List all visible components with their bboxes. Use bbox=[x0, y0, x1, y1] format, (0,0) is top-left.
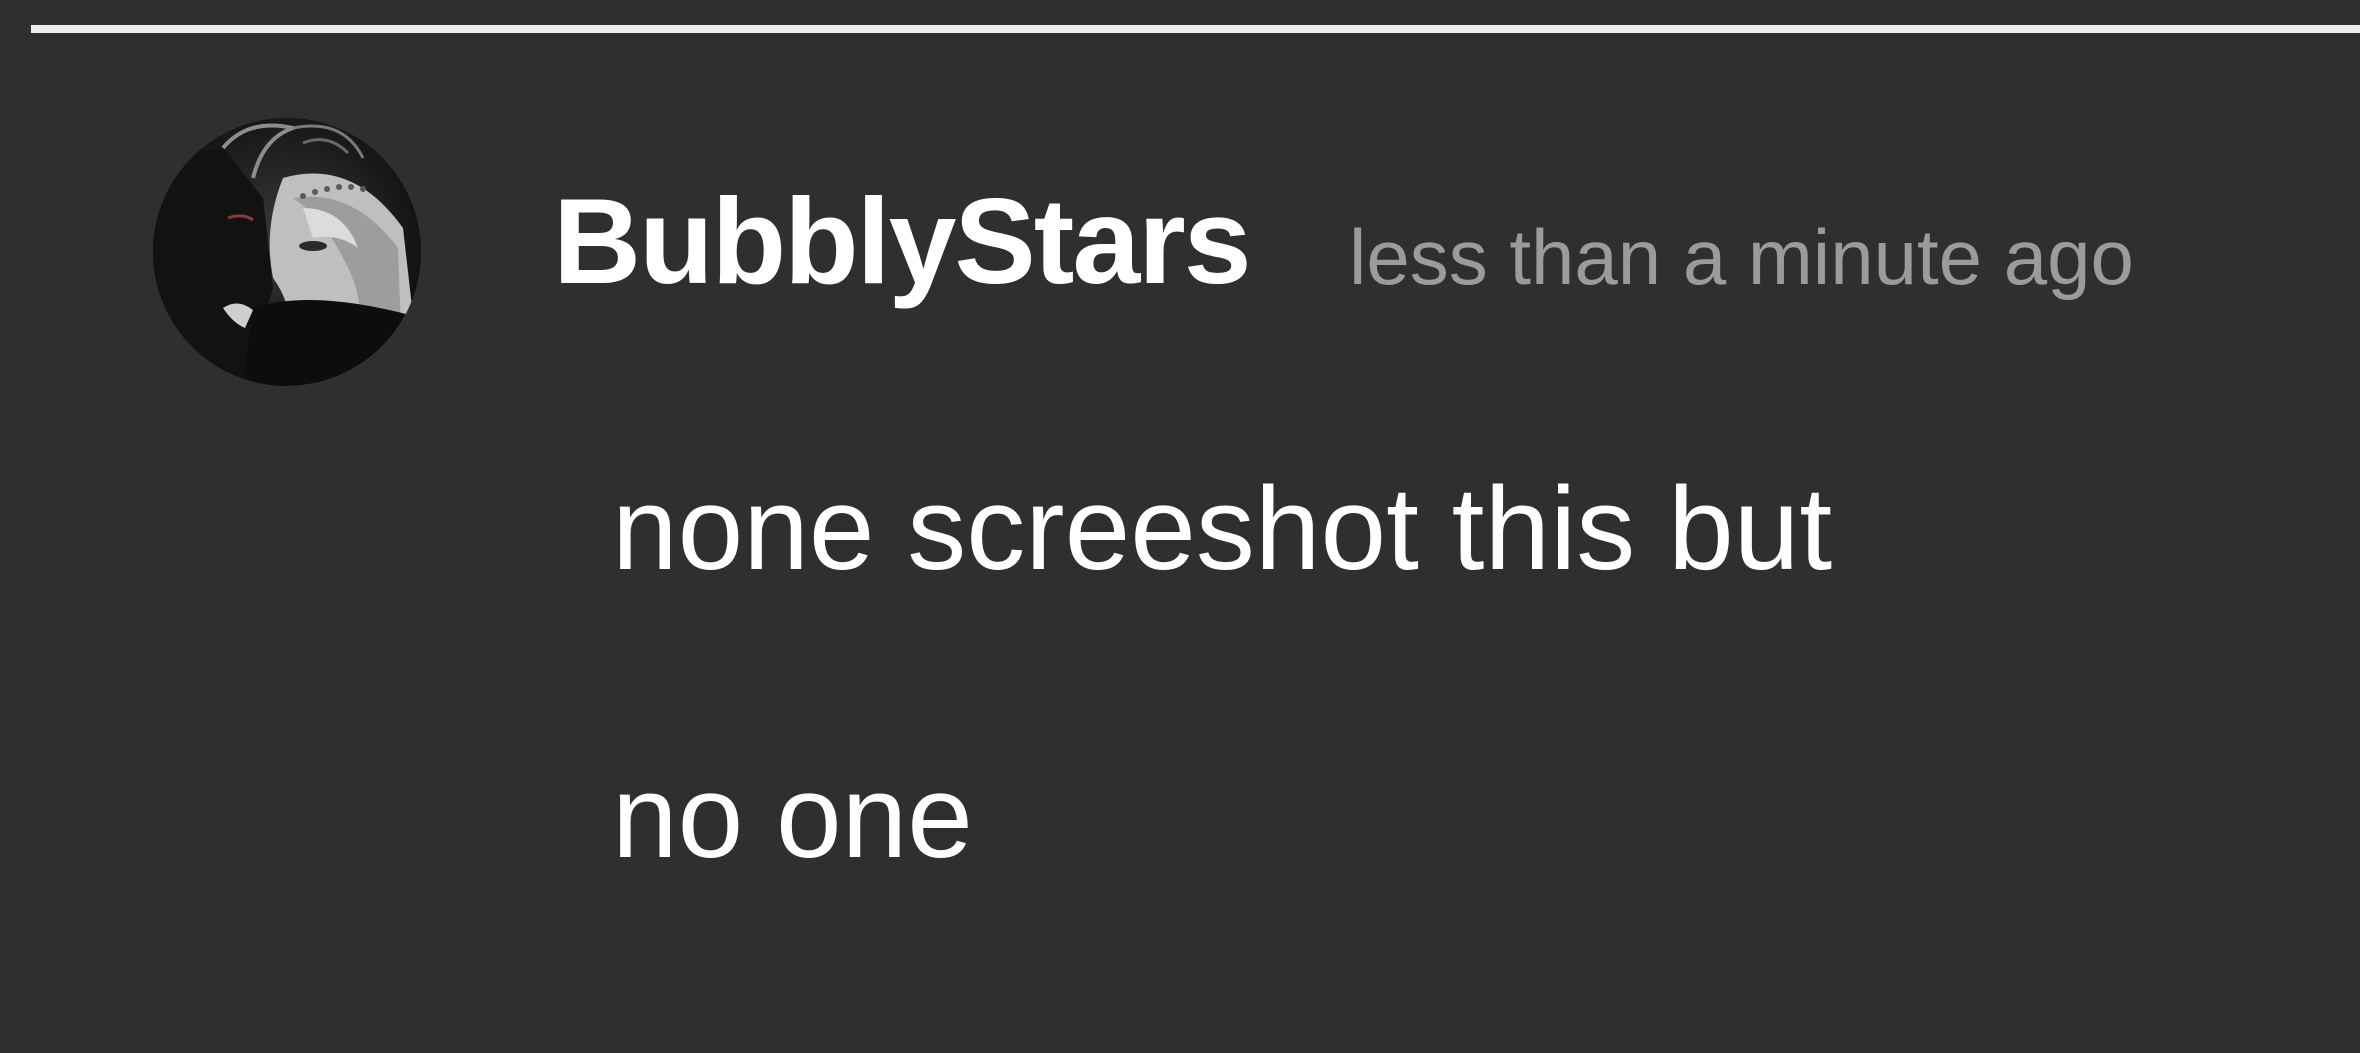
comment-page: BubblyStars less than a minute ago none … bbox=[0, 0, 2360, 1053]
user-avatar[interactable] bbox=[153, 118, 421, 386]
avatar-image-icon bbox=[153, 118, 421, 386]
top-divider bbox=[31, 25, 2360, 33]
comment-text-line: no one bbox=[612, 751, 973, 883]
comment-timestamp: less than a minute ago bbox=[1349, 213, 2134, 301]
comment-text-line: none screeshot this but bbox=[612, 463, 1833, 595]
username[interactable]: BubblyStars bbox=[553, 176, 1252, 306]
